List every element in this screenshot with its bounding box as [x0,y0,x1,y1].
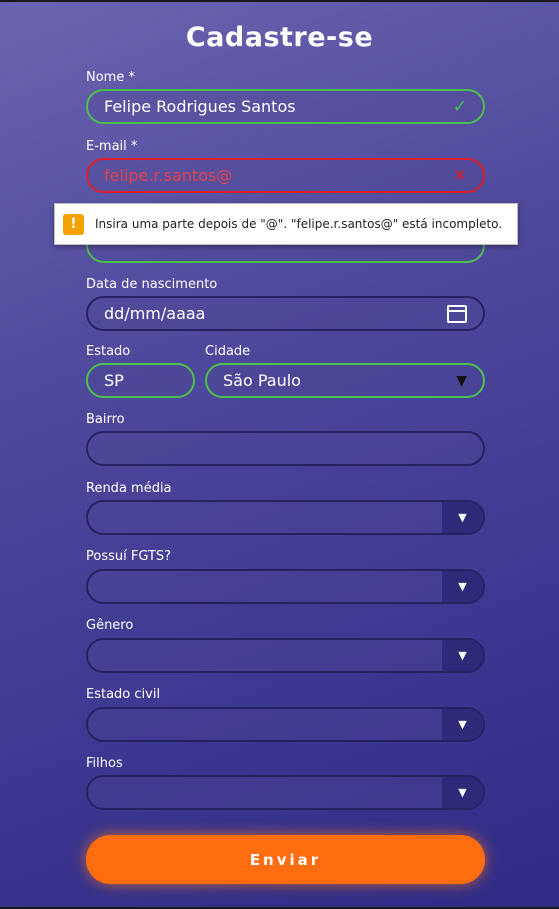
bairro-label: Bairro [86,412,125,427]
page-title: Cadastre-se [185,22,374,53]
renda-label: Renda média [86,481,172,496]
fgts-label: Possuí FGTS? [86,549,172,564]
cidade-label: Cidade [205,344,251,359]
warning-icon: ! [63,213,84,235]
birthdate-placeholder: dd/mm/aaaa [104,304,206,323]
estado-civil-label: Estado civil [86,687,161,702]
checkmark-icon: ✓ [452,96,467,117]
dropdown-arrow-icon: ▼ [442,640,483,671]
dropdown-arrow-icon: ▼ [442,502,483,533]
filhos-select[interactable]: ▼ [86,775,485,810]
dropdown-arrow-icon: ▼ [442,709,483,740]
cidade-value: São Paulo [223,371,301,390]
validation-message: Insira uma parte depois de "@". "felipe.… [95,217,503,231]
genero-label: Gênero [86,618,134,633]
email-input[interactable]: felipe.r.santos@ ✕ [86,158,485,193]
filhos-label: Filhos [86,756,123,771]
nome-label: Nome * [86,70,135,85]
estado-label: Estado [86,344,131,359]
error-x-icon: ✕ [452,165,467,186]
birthdate-label: Data de nascimento [86,277,218,292]
genero-select[interactable]: ▼ [86,638,485,673]
cidade-select[interactable]: São Paulo ▼ [205,363,485,398]
dropdown-arrow-icon: ▼ [442,571,483,602]
nome-value: Felipe Rodrigues Santos [104,97,296,116]
estado-value: SP [104,371,124,390]
dropdown-arrow-icon: ▼ [442,777,483,808]
renda-select[interactable]: ▼ [86,500,485,535]
birthdate-input[interactable]: dd/mm/aaaa [86,296,485,331]
calendar-icon[interactable] [447,304,467,323]
email-label: E-mail * [86,139,138,154]
fgts-select[interactable]: ▼ [86,569,485,604]
estado-civil-select[interactable]: ▼ [86,707,485,742]
nome-input[interactable]: Felipe Rodrigues Santos ✓ [86,89,485,124]
estado-input[interactable]: SP [86,363,195,398]
email-value: felipe.r.santos@ [104,166,233,185]
bairro-input[interactable] [86,431,485,466]
submit-button[interactable]: Enviar [86,835,485,884]
validation-tooltip: ! Insira uma parte depois de "@". "felip… [54,203,518,245]
dropdown-arrow-icon: ▼ [456,372,467,389]
